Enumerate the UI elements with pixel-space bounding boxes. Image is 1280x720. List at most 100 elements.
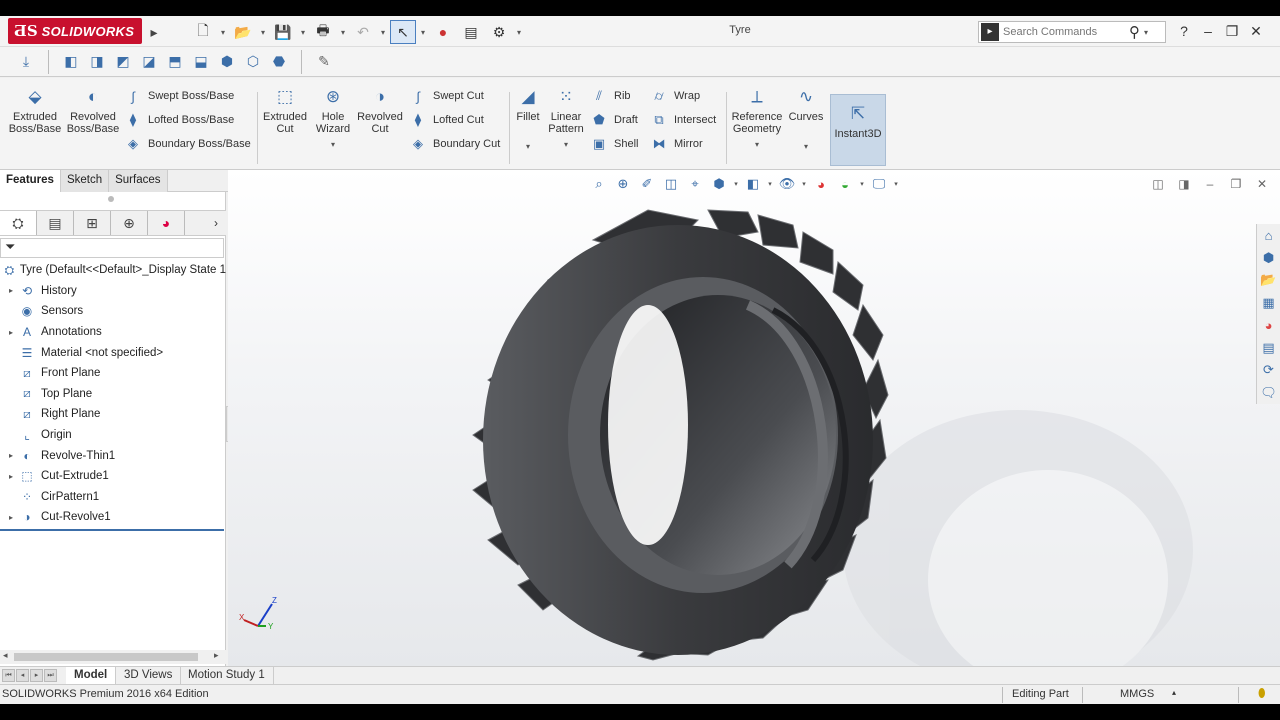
file-properties-icon[interactable]: ▤ (458, 20, 484, 44)
appearances-icon[interactable]: ◕ (1257, 314, 1280, 337)
search-input[interactable] (1003, 26, 1123, 38)
design-library-icon[interactable]: ⬢ (1257, 247, 1280, 270)
extruded-boss-button[interactable]: ⬙ Extruded Boss/Base (8, 86, 62, 135)
custom-properties-icon[interactable]: ▤ (1257, 337, 1280, 360)
new-document-icon[interactable]: 🗋 (190, 20, 216, 44)
lofted-cut-button[interactable]: ⧫ Lofted Cut (409, 110, 484, 130)
swept-cut-button[interactable]: ∫ Swept Cut (409, 86, 484, 106)
rebuild-icon[interactable]: ⬮ (1258, 686, 1266, 701)
tab-features[interactable]: Features (0, 170, 61, 192)
hole-wizard-button[interactable]: ⊛ Hole Wizard ▾ (312, 86, 354, 151)
tab-model[interactable]: Model (66, 667, 117, 685)
save-caret[interactable]: ▾ (298, 28, 308, 37)
view-back-icon[interactable]: ◨ (85, 50, 109, 74)
expand-arrow-icon[interactable]: ▸ (4, 286, 18, 295)
undo-caret[interactable]: ▾ (378, 28, 388, 37)
units-caret-icon[interactable]: ▴ (1172, 688, 1176, 697)
forum-icon[interactable]: 🗨 (1257, 382, 1280, 405)
tree-node-revolve-thin1[interactable]: ▸ ◐ Revolve-Thin1 (0, 445, 226, 466)
shell-button[interactable]: ▣ Shell (590, 134, 639, 154)
tree-node-right-plane[interactable]: ⧄ Right Plane (0, 404, 226, 425)
print-caret[interactable]: ▾ (338, 28, 348, 37)
view-front-icon[interactable]: ◧ (59, 50, 83, 74)
tree-node-annotations[interactable]: ▸ A Annotations (0, 322, 226, 343)
extruded-cut-button[interactable]: ⬚ Extruded Cut (262, 86, 308, 135)
panel-grip-icon[interactable] (108, 196, 114, 202)
first-tab-icon[interactable]: ⏮ (2, 669, 15, 682)
expand-arrow-icon[interactable]: ▸ (4, 513, 18, 522)
link-tool-icon[interactable]: ✎ (312, 50, 336, 74)
instant3d-button[interactable]: ⇱ Instant3D (830, 94, 886, 166)
tree-horizontal-scrollbar[interactable]: ◂ ▸ (0, 650, 226, 664)
curves-caret[interactable]: ▾ (788, 141, 824, 153)
home-icon[interactable]: ⌂ (1257, 224, 1280, 247)
help-icon[interactable]: ? (1172, 20, 1196, 42)
swept-boss-button[interactable]: ∫ Swept Boss/Base (124, 86, 234, 106)
search-caret-icon[interactable]: ▾ (1144, 28, 1148, 37)
unit-system[interactable]: MMGS (1120, 688, 1154, 700)
reference-geometry-caret[interactable]: ▾ (730, 139, 784, 151)
fillet-button[interactable]: ◢ Fillet ▾ (512, 86, 544, 153)
search-commands-box[interactable]: ▸ ⚲ ▾ (978, 21, 1166, 43)
lofted-boss-button[interactable]: ⧫ Lofted Boss/Base (124, 110, 234, 130)
view-dimetric-icon[interactable]: ⬣ (267, 50, 291, 74)
close-icon[interactable]: ✕ (1244, 20, 1268, 42)
select-caret[interactable]: ▾ (418, 28, 428, 37)
new-caret[interactable]: ▾ (218, 28, 228, 37)
tree-node-cut-extrude1[interactable]: ▸ ⬚ Cut-Extrude1 (0, 466, 226, 487)
graphics-area[interactable]: ⌕ ⊕ ✐ ◫ ⌖ ⬢ ▾ ◧ ▾ 👁 ▾ ◕ ◒ ▾ 🖵 ▾ ◫ ◨ – ❐ ✕ (228, 170, 1280, 670)
tree-node-cirpattern1[interactable]: ⁘ CirPattern1 (0, 487, 226, 508)
tree-node-front-plane[interactable]: ⧄ Front Plane (0, 363, 226, 384)
resources-icon[interactable]: ⟳ (1257, 359, 1280, 382)
tab-surfaces[interactable]: Surfaces (109, 170, 168, 192)
view-right-icon[interactable]: ◪ (137, 50, 161, 74)
display-manager-tab-icon[interactable]: ◕ (148, 211, 185, 235)
search-icon[interactable]: ⚲ (1129, 23, 1140, 41)
tree-root[interactable]: ⛭ Tyre (Default<<Default>_Display State … (0, 260, 226, 281)
open-folder-icon[interactable]: 📂 (230, 20, 256, 44)
scroll-left-icon[interactable]: ◂ (3, 650, 8, 661)
rollback-bar[interactable] (0, 528, 224, 531)
prev-tab-icon[interactable]: ◂ (16, 669, 29, 682)
next-tab-icon[interactable]: ▸ (30, 669, 43, 682)
configuration-manager-tab-icon[interactable]: ⊞ (74, 211, 111, 235)
menu-expand-arrow[interactable]: ▸ (146, 20, 162, 44)
solidworks-logo[interactable]: ƋS SOLIDWORKS (8, 18, 142, 44)
wrap-button[interactable]: ⌭ Wrap (650, 86, 700, 106)
revolved-cut-button[interactable]: ◑ Revolved Cut (356, 86, 404, 135)
view-top-icon[interactable]: ⬒ (163, 50, 187, 74)
fillet-caret[interactable]: ▾ (512, 141, 544, 153)
view-iso-icon[interactable]: ⬢ (215, 50, 239, 74)
tree-node-origin[interactable]: ⌞ Origin (0, 425, 226, 446)
view-left-icon[interactable]: ◩ (111, 50, 135, 74)
pin-icon[interactable]: ⤓ (14, 50, 38, 74)
traffic-light-icon[interactable]: ● (430, 20, 456, 44)
tyre-model[interactable] (228, 170, 1280, 670)
draft-button[interactable]: ⬟ Draft (590, 110, 638, 130)
mirror-button[interactable]: ⧓ Mirror (650, 134, 703, 154)
expand-arrow-icon[interactable]: ▸ (4, 472, 18, 481)
open-caret[interactable]: ▾ (258, 28, 268, 37)
linear-pattern-caret[interactable]: ▾ (546, 139, 586, 151)
boundary-cut-button[interactable]: ◈ Boundary Cut (409, 134, 500, 154)
options-caret[interactable]: ▾ (514, 28, 524, 37)
save-icon[interactable]: 💾 (270, 20, 296, 44)
revolved-boss-button[interactable]: ◐ Revolved Boss/Base (66, 86, 120, 135)
property-manager-tab-icon[interactable]: ▤ (37, 211, 74, 235)
intersect-button[interactable]: ⧉ Intersect (650, 110, 716, 130)
options-gear-icon[interactable]: ⚙ (486, 20, 512, 44)
tab-motion-study[interactable]: Motion Study 1 (180, 667, 274, 685)
rib-button[interactable]: ⫽ Rib (590, 86, 630, 106)
undo-icon[interactable]: ↶ (350, 20, 376, 44)
tree-filter[interactable]: ⏷ (0, 238, 224, 258)
curves-button[interactable]: ∿ Curves ▾ (788, 86, 824, 153)
select-arrow-icon[interactable]: ↖ (390, 20, 416, 44)
tab-3d-views[interactable]: 3D Views (116, 667, 182, 685)
view-trimetric-icon[interactable]: ⬡ (241, 50, 265, 74)
file-explorer-icon[interactable]: 📂 (1257, 269, 1280, 292)
tab-sketch[interactable]: Sketch (60, 170, 110, 192)
tabs-scroll-right-icon[interactable]: › (206, 211, 226, 235)
tree-node-top-plane[interactable]: ⧄ Top Plane (0, 384, 226, 405)
scroll-thumb[interactable] (14, 653, 198, 661)
tree-node-material-not-specified[interactable]: ☰ Material <not specified> (0, 342, 226, 363)
